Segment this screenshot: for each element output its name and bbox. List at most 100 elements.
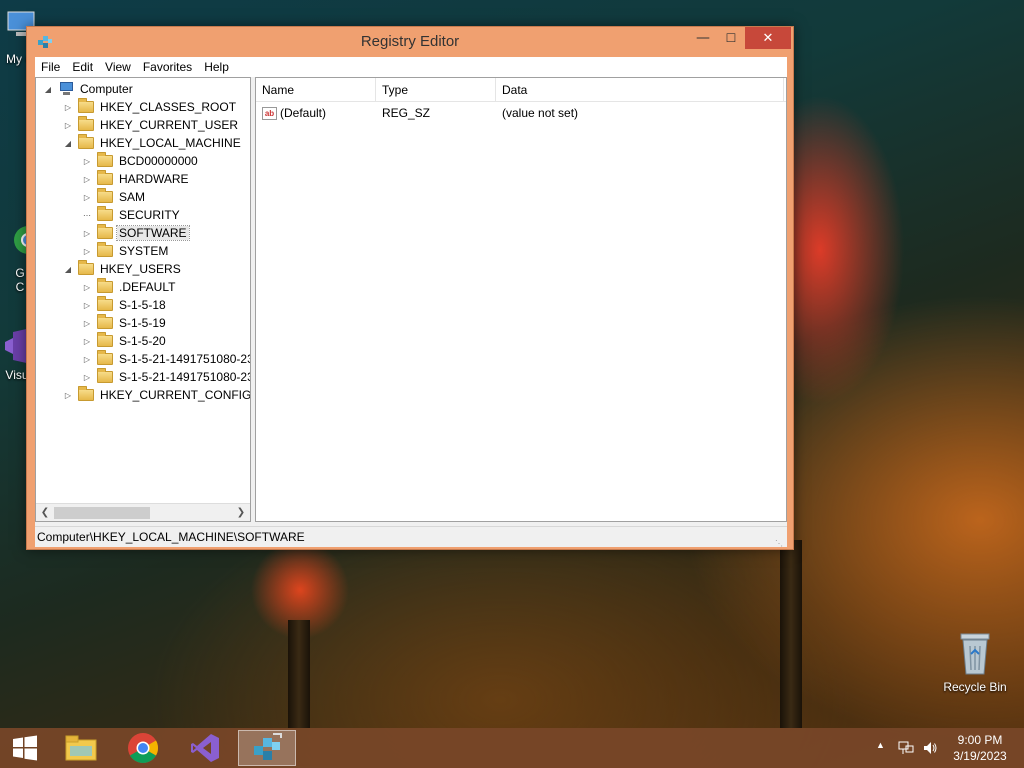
tree-node-system[interactable]: ▷ SYSTEM (81, 242, 170, 260)
tree-node-hkey-users[interactable]: ◢ HKEY_USERS (62, 260, 183, 278)
tree-node-label: SOFTWARE (116, 225, 190, 241)
folder-icon (97, 224, 113, 239)
scroll-right-icon[interactable]: ❯ (234, 506, 248, 520)
list-header: Name Type Data (256, 78, 786, 102)
collapse-icon[interactable]: ◢ (62, 139, 74, 148)
registry-tree[interactable]: ◢ Computer ▷ HKEY_CLASSES_ROOT ▷ HKEY_CU… (35, 77, 251, 522)
scroll-left-icon[interactable]: ❮ (38, 506, 52, 520)
tree-node-hardware[interactable]: ▷ HARDWARE (81, 170, 191, 188)
client-area: ◢ Computer ▷ HKEY_CLASSES_ROOT ▷ HKEY_CU… (35, 77, 787, 548)
taskbar-registry-editor[interactable] (238, 730, 296, 766)
expand-icon[interactable]: ▷ (81, 283, 93, 292)
tree-node-hkey-current-config[interactable]: ▷ HKEY_CURRENT_CONFIG (62, 386, 250, 404)
tree-node-hkey-local-machine[interactable]: ◢ HKEY_LOCAL_MACHINE (62, 134, 243, 152)
clock-date: 3/19/2023 (953, 749, 1007, 763)
tulip-stem-right (780, 540, 802, 728)
expand-icon[interactable]: ▷ (81, 229, 93, 238)
expand-icon[interactable]: ▷ (62, 391, 74, 400)
maximize-button[interactable]: ☐ (717, 27, 745, 49)
folder-icon (97, 152, 113, 167)
tulip-stem-left (288, 620, 310, 728)
desktop-icon-label: Recycle Bin (943, 680, 1007, 694)
expand-icon[interactable]: ▷ (62, 103, 74, 112)
expand-icon[interactable]: ▷ (81, 175, 93, 184)
tree-node-label: S-1-5-21-1491751080-236 (119, 352, 250, 366)
tree-node-s-1-5-20[interactable]: ▷ S-1-5-20 (81, 332, 168, 350)
tree-horizontal-scrollbar[interactable]: ❮ ❯ (36, 503, 250, 521)
window-title: Registry Editor (360, 33, 460, 50)
values-list[interactable]: Name Type Data ab (Default) REG_SZ (value… (255, 77, 787, 522)
tree-line: ⋯ (83, 210, 91, 220)
expand-icon[interactable]: ▷ (81, 247, 93, 256)
show-hidden-icons-icon[interactable]: ▲ (876, 740, 885, 768)
folder-icon (97, 278, 113, 293)
taskbar-file-explorer[interactable] (56, 730, 106, 766)
title-bar[interactable]: Registry Editor — ☐ ✕ (27, 27, 793, 57)
expand-icon[interactable]: ▷ (81, 193, 93, 202)
value-type: REG_SZ (382, 106, 431, 120)
folder-icon (97, 242, 113, 257)
tree-node-label: S-1-5-21-1491751080-236 (119, 370, 250, 384)
tree-node-label: SAM (119, 190, 146, 204)
tree-node-label: HKEY_LOCAL_MACHINE (100, 136, 241, 150)
registry-editor-window[interactable]: Registry Editor — ☐ ✕ File Edit View Fav… (26, 26, 794, 550)
expand-icon[interactable]: ▷ (81, 301, 93, 310)
resize-grip-icon[interactable]: ⋱ (775, 534, 785, 548)
tree-node-label: S-1-5-18 (119, 298, 166, 312)
menu-favorites[interactable]: Favorites (137, 60, 198, 74)
tree-node-s-1-5-21-b[interactable]: ▷ S-1-5-21-1491751080-236 (81, 368, 250, 386)
minimize-button[interactable]: — (689, 27, 717, 49)
taskbar-visual-studio[interactable] (180, 730, 230, 766)
expand-icon[interactable]: ▷ (62, 121, 74, 130)
tree-node-software[interactable]: ▷ SOFTWARE (81, 224, 190, 242)
tree-node-hkey-current-user[interactable]: ▷ HKEY_CURRENT_USER (62, 116, 240, 134)
start-button[interactable] (0, 730, 50, 766)
network-icon[interactable] (898, 740, 914, 756)
scrollbar-thumb[interactable] (54, 507, 150, 519)
list-row[interactable]: ab (Default) REG_SZ (value not set) (256, 104, 776, 122)
tree-node-default[interactable]: ▷ .DEFAULT (81, 278, 177, 296)
close-button[interactable]: ✕ (745, 27, 791, 49)
close-icon: ✕ (762, 30, 774, 46)
system-clock[interactable]: 9:00 PM 3/19/2023 (940, 732, 1020, 764)
folder-icon (78, 98, 94, 113)
clock-time: 9:00 PM (957, 733, 1003, 747)
expand-icon[interactable]: ▷ (81, 337, 93, 346)
folder-icon (78, 260, 94, 275)
menu-view[interactable]: View (99, 60, 137, 74)
tree-node-hkey-classes-root[interactable]: ▷ HKEY_CLASSES_ROOT (62, 98, 238, 116)
menu-edit[interactable]: Edit (66, 60, 99, 74)
tree-node-sam[interactable]: ▷ SAM (81, 188, 147, 206)
menu-help[interactable]: Help (198, 60, 235, 74)
expand-icon[interactable]: ▷ (81, 319, 93, 328)
tree-node-s-1-5-18[interactable]: ▷ S-1-5-18 (81, 296, 168, 314)
tree-node-label: S-1-5-20 (119, 334, 166, 348)
menu-file[interactable]: File (35, 60, 66, 74)
expand-icon[interactable]: ▷ (81, 157, 93, 166)
tree-node-label: HARDWARE (119, 172, 189, 186)
collapse-icon[interactable]: ◢ (62, 265, 74, 274)
status-path: Computer\HKEY_LOCAL_MACHINE\SOFTWARE (37, 530, 305, 544)
tree-node-label: SYSTEM (119, 244, 169, 258)
tree-node-s-1-5-21-a[interactable]: ▷ S-1-5-21-1491751080-236 (81, 350, 250, 368)
tree-node-computer[interactable]: ◢ Computer (42, 80, 135, 98)
value-name-cell: ab (Default) (256, 106, 376, 121)
desktop-icon-recycle-bin[interactable]: Recycle Bin (940, 630, 1010, 694)
expand-icon[interactable]: ▷ (81, 355, 93, 364)
tree-node-label: Computer (80, 82, 133, 96)
tree-node-s-1-5-19[interactable]: ▷ S-1-5-19 (81, 314, 168, 332)
folder-icon (78, 386, 94, 401)
tree-node-bcd[interactable]: ▷ BCD00000000 (81, 152, 200, 170)
column-header-type[interactable]: Type (376, 78, 496, 102)
desktop-icon-label: G C (15, 266, 25, 294)
taskbar-chrome[interactable] (118, 730, 168, 766)
column-header-name[interactable]: Name (256, 78, 376, 102)
column-header-data[interactable]: Data (496, 78, 784, 102)
regedit-icon (254, 733, 282, 760)
tree-node-label: BCD00000000 (119, 154, 198, 168)
volume-icon[interactable] (922, 740, 938, 756)
collapse-icon[interactable]: ◢ (42, 85, 54, 94)
expand-icon[interactable]: ▷ (81, 373, 93, 382)
tree-node-label: HKEY_CURRENT_CONFIG (100, 388, 250, 402)
tree-node-security[interactable]: ⋯ SECURITY (81, 206, 182, 224)
